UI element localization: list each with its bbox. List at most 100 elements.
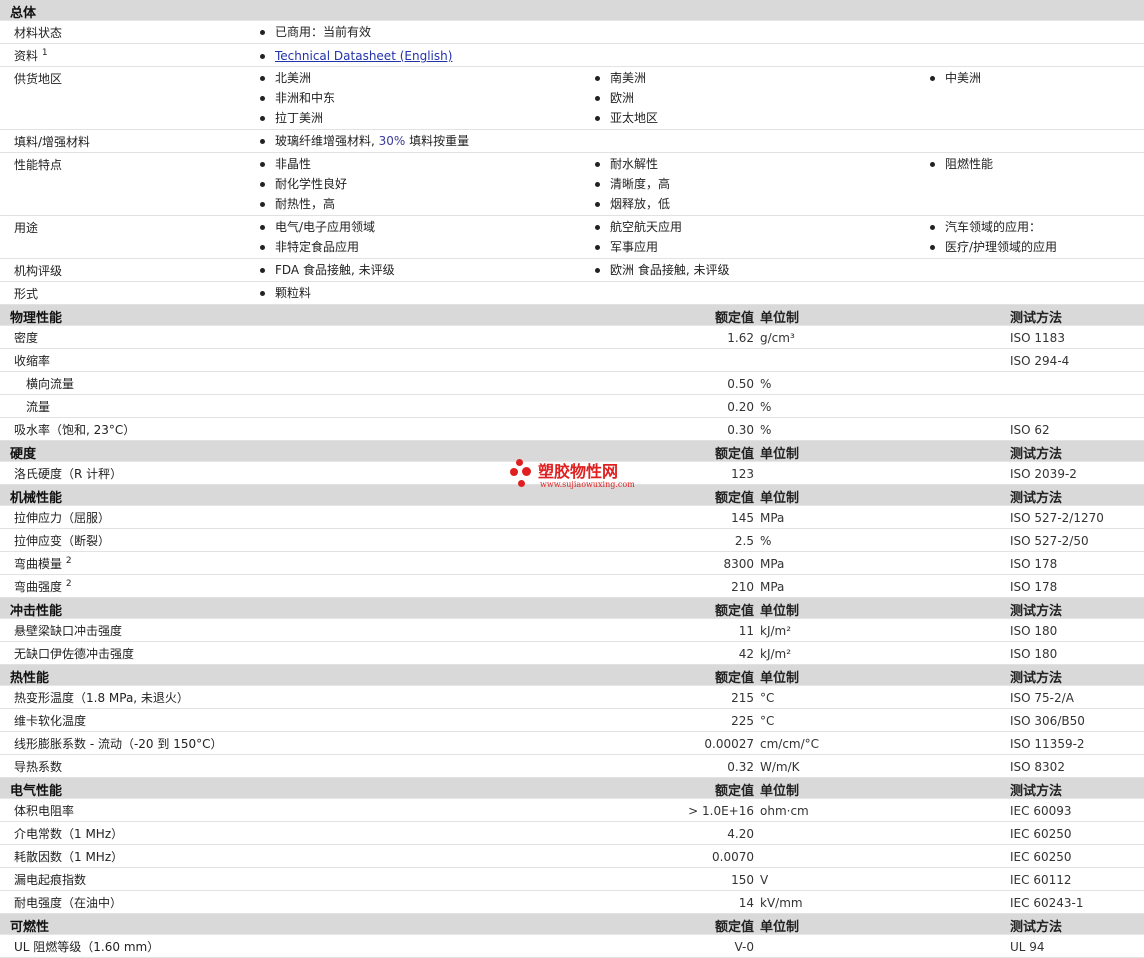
property-value: 2.5 <box>734 534 754 548</box>
property-method: ISO 180 <box>1010 647 1058 661</box>
column-header-method: 测试方法 <box>1010 447 1063 462</box>
property-name: 导热系数 <box>14 760 63 774</box>
bullet-icon <box>595 268 600 273</box>
table-row: 拉伸应变（断裂） 2.5% ISO 527-2/50 <box>0 529 1144 552</box>
column-header-unit: 单位制 <box>760 671 800 686</box>
column-header-method: 测试方法 <box>1010 491 1063 506</box>
property-name: 悬壁梁缺口冲击强度 <box>14 624 123 638</box>
bullet-icon <box>930 245 935 250</box>
bullet-icon <box>260 30 265 35</box>
property-method: ISO 527-2/50 <box>1010 534 1089 548</box>
bullet-icon <box>595 245 600 250</box>
column-header-method: 测试方法 <box>1010 784 1063 799</box>
column-header-value: 额定值 <box>714 447 754 462</box>
property-method: ISO 294-4 <box>1010 354 1070 368</box>
property-unit: % <box>760 377 772 391</box>
table-row: 维卡软化温度 225 °C ISO 306/B50 <box>0 709 1144 732</box>
property-value: 150 <box>731 873 754 887</box>
property-method: IEC 60250 <box>1010 827 1072 841</box>
property-value: 14 <box>738 896 754 910</box>
bullet-icon <box>595 182 600 187</box>
property-value: 210 <box>731 580 754 594</box>
logo-dot <box>510 468 518 476</box>
column-header-value: 额定值 <box>714 491 754 506</box>
column-header-value: 额定值 <box>714 920 754 935</box>
bullet-icon <box>260 96 265 101</box>
bullet-icon <box>260 116 265 121</box>
column-header-unit: 单位制 <box>760 491 800 506</box>
table-row: 无缺口伊佐德冲击强度 42 kJ/m² ISO 180 <box>0 642 1144 665</box>
datasheet-link[interactable]: Technical Datasheet (English) <box>275 46 452 66</box>
watermark-name: 塑胶物性网 <box>538 462 619 481</box>
bullet-icon <box>260 139 265 144</box>
property-sections: 物理性能 额定值 单位制 测试方法 密度 1.62 g/cm³ ISO 1183 收缩率 ISO … <box>0 305 1144 958</box>
bullet-icon <box>595 202 600 207</box>
bullet-icon <box>260 291 265 296</box>
row-label: 材料状态 <box>14 26 63 40</box>
property-unit: °C <box>760 691 775 705</box>
section-header: 可燃性 额定值 单位制 测试方法 <box>0 914 1144 935</box>
row-label: 供货地区 <box>14 72 63 86</box>
property-name: 漏电起痕指数 <box>14 873 87 887</box>
table-row: UL 阻燃等级（1.60 mm） V-0 UL 94 <box>0 935 1144 958</box>
bullet-icon <box>260 54 265 59</box>
table-row: 拉伸应力（屈服） 145 MPa ISO 527-2/1270 <box>0 506 1144 529</box>
property-method: ISO 178 <box>1010 580 1058 594</box>
property-value: 215 <box>731 691 754 705</box>
watermark-logo: 塑胶物性网 www.sujiaowuxing.com <box>510 456 650 492</box>
property-unit: kJ/m² <box>760 624 792 638</box>
table-row: 热变形温度（1.8 MPa, 未退火） 215 °C ISO 75-2/A <box>0 686 1144 709</box>
section-header: 物理性能 额定值 单位制 测试方法 <box>0 305 1144 326</box>
property-name: 拉伸应变（断裂） <box>14 534 111 548</box>
column-header-method: 测试方法 <box>1010 671 1063 686</box>
row-label: 机构评级 <box>14 264 63 278</box>
property-name: 密度 <box>14 331 39 345</box>
property-name: 洛氏硬度（R 计秤） <box>14 467 123 481</box>
section-header: 冲击性能 额定值 单位制 测试方法 <box>0 598 1144 619</box>
property-unit: kV/mm <box>760 896 803 910</box>
bullet-icon <box>595 116 600 121</box>
table-row: 耗散因数（1 MHz） 0.0070 IEC 60250 <box>0 845 1144 868</box>
property-name: 线形膨胀系数 - 流动（-20 到 150°C） <box>14 737 223 751</box>
property-method: IEC 60243-1 <box>1010 896 1084 910</box>
property-unit: MPa <box>760 580 785 594</box>
property-method: ISO 178 <box>1010 557 1058 571</box>
table-row: 弯曲强度 2 210 MPa ISO 178 <box>0 575 1144 598</box>
property-name: 体积电阻率 <box>14 804 75 818</box>
property-method: ISO 62 <box>1010 423 1050 437</box>
row-agency: 机构评级 FDA 食品接触, 未评级 欧洲 食品接触, 未评级 <box>0 259 1144 282</box>
property-name: 维卡软化温度 <box>14 714 87 728</box>
bullet-icon <box>595 76 600 81</box>
row-label: 性能特点 <box>14 158 63 172</box>
property-value: 0.32 <box>727 760 754 774</box>
table-row: 导热系数 0.32 W/m/K ISO 8302 <box>0 755 1144 778</box>
property-value: 0.0070 <box>712 850 754 864</box>
row-uses: 用途 电气/电子应用领域 航空航天应用 汽车领域的应用： 非特定食品应用 军事应… <box>0 216 1144 259</box>
table-row: 线形膨胀系数 - 流动（-20 到 150°C） 0.00027 cm/cm/°C I… <box>0 732 1144 755</box>
column-header-method: 测试方法 <box>1010 311 1063 326</box>
property-name: 收缩率 <box>14 354 51 368</box>
table-row: 弯曲模量 2 8300 MPa ISO 178 <box>0 552 1144 575</box>
property-value: 0.00027 <box>704 737 754 751</box>
property-unit: kJ/m² <box>760 647 792 661</box>
property-value: V-0 <box>734 940 754 954</box>
property-unit: cm/cm/°C <box>760 737 820 751</box>
property-value: 145 <box>731 511 754 525</box>
table-row: 流量 0.20% <box>0 395 1144 418</box>
property-unit: ohm·cm <box>760 804 809 818</box>
column-header-unit: 单位制 <box>760 604 800 619</box>
column-header-value: 额定值 <box>714 311 754 326</box>
bullet-icon <box>260 268 265 273</box>
property-unit: V <box>760 873 769 887</box>
property-name: 耗散因数（1 MHz） <box>14 850 124 864</box>
bullet-icon <box>930 76 935 81</box>
property-value: 42 <box>738 647 754 661</box>
property-name: 拉伸应力（屈服） <box>14 511 111 525</box>
property-value: 0.30 <box>727 423 754 437</box>
row-features: 性能特点 非晶性 耐水解性 阻燃性能 耐化学性良好 清晰度，高 耐热性，高 烟释… <box>0 153 1144 216</box>
property-unit: g/cm³ <box>760 331 795 345</box>
section-title: 冲击性能 <box>10 604 63 619</box>
property-name: 流量 <box>26 400 51 414</box>
table-row: 体积电阻率 > 1.0E+16 ohm·cm IEC 60093 <box>0 799 1144 822</box>
column-header-unit: 单位制 <box>760 311 800 326</box>
